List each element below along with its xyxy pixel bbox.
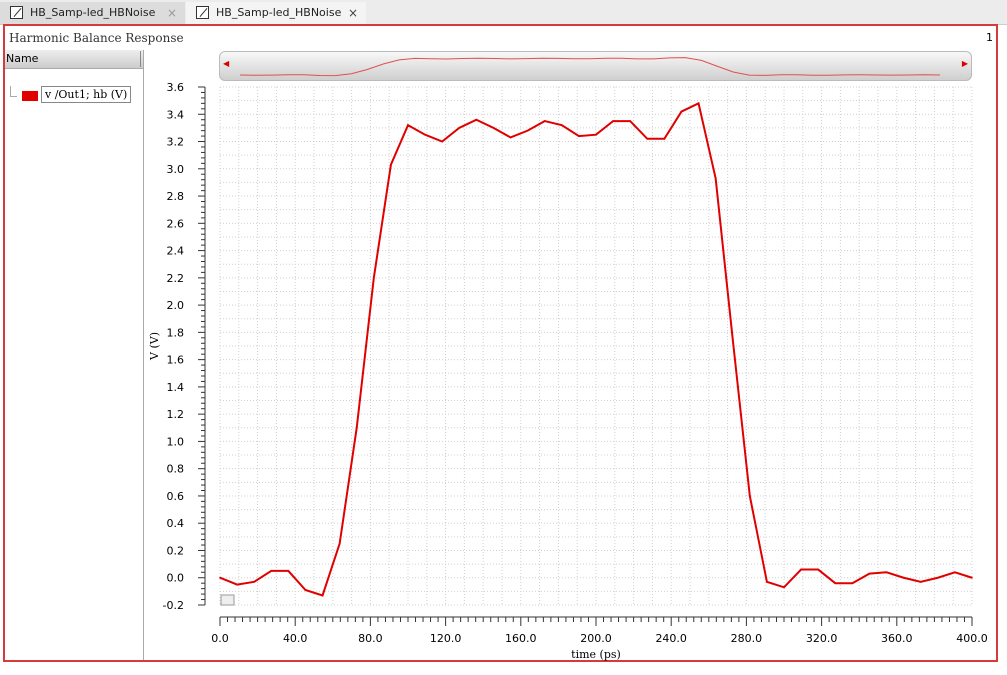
y-tick-label: 1.4 [167, 381, 185, 394]
y-axis-label: V (V) [148, 332, 161, 361]
data-point [543, 120, 546, 122]
data-point [492, 127, 495, 129]
data-point [561, 124, 563, 126]
data-point [509, 136, 512, 139]
data-point [902, 576, 905, 579]
data-point [219, 576, 221, 579]
y-tick-label: 2.4 [167, 245, 185, 258]
data-point [424, 133, 426, 136]
data-point [766, 581, 768, 583]
y-tick-label: 3.2 [167, 136, 185, 149]
data-point [578, 135, 580, 137]
y-tick-label: 0.6 [167, 490, 185, 503]
y-tick-label: 0.2 [167, 544, 185, 557]
data-point [373, 277, 375, 279]
data-point [954, 571, 956, 574]
x-tick-label: 400.0 [956, 632, 988, 645]
data-point [355, 426, 358, 429]
data-point [783, 586, 785, 589]
data-point [253, 581, 255, 583]
y-tick-label: 2.6 [167, 217, 185, 230]
data-point [680, 110, 683, 113]
x-tick-label: 360.0 [881, 632, 913, 645]
y-tick-label: 1.8 [167, 326, 185, 339]
data-point [407, 124, 409, 126]
expand-button [220, 594, 235, 606]
data-point [749, 495, 751, 497]
data-point [834, 582, 837, 584]
x-tick-label: 0.0 [211, 632, 229, 645]
data-point [475, 118, 478, 121]
data-point [595, 133, 597, 136]
data-point [526, 129, 529, 132]
data-point [612, 120, 614, 122]
y-tick-label: 2.8 [167, 190, 185, 203]
data-point [919, 581, 922, 583]
x-tick-label: 40.0 [283, 632, 308, 645]
data-point [646, 138, 649, 140]
data-point [800, 568, 802, 571]
y-tick-label: 0.4 [167, 517, 185, 530]
y-tick-label: 1.2 [167, 408, 185, 421]
data-point [287, 570, 290, 572]
data-point [236, 583, 238, 586]
y-tick-label: 3.6 [167, 81, 185, 94]
y-tick-label: -0.2 [163, 599, 184, 612]
x-tick-label: 280.0 [731, 632, 763, 645]
y-tick-label: 1.6 [167, 354, 185, 367]
data-point [885, 571, 888, 574]
overview-trace [239, 57, 941, 77]
y-tick-label: 0.8 [167, 463, 185, 476]
x-tick-label: 200.0 [580, 632, 612, 645]
data-point [441, 140, 443, 143]
x-tick-label: 80.0 [358, 632, 383, 645]
data-point [390, 163, 392, 166]
y-tick-label: 2.2 [167, 272, 185, 285]
y-tick-label: 2.0 [167, 299, 185, 312]
data-point [270, 570, 273, 572]
y-tick-label: 3.0 [167, 163, 185, 176]
y-tick-label: 1.0 [167, 435, 185, 448]
data-point [338, 542, 341, 545]
data-point [321, 594, 324, 597]
data-point [937, 576, 939, 579]
data-point [868, 572, 871, 575]
data-point [663, 138, 666, 140]
data-point [458, 127, 461, 129]
data-point [304, 589, 307, 591]
data-point [817, 568, 819, 571]
data-point [714, 177, 717, 180]
data-point [971, 576, 973, 579]
data-point [629, 120, 631, 122]
x-axis-label: time (ps) [571, 648, 621, 661]
chart: -0.2 0.0 0.2 0.4 0.6 0.8 1.0 1.2 1.4 1.6 1.8 2.0 2.2… [148, 57, 988, 661]
data-point [697, 102, 700, 105]
x-tick-label: 160.0 [505, 632, 537, 645]
x-tick-label: 240.0 [655, 632, 687, 645]
data-point [731, 338, 734, 340]
y-tick-label: 0.0 [167, 572, 185, 585]
x-tick-label: 320.0 [806, 632, 838, 645]
x-tick-label: 120.0 [430, 632, 462, 645]
data-point [851, 582, 854, 584]
y-tick-label: 3.4 [167, 108, 185, 121]
